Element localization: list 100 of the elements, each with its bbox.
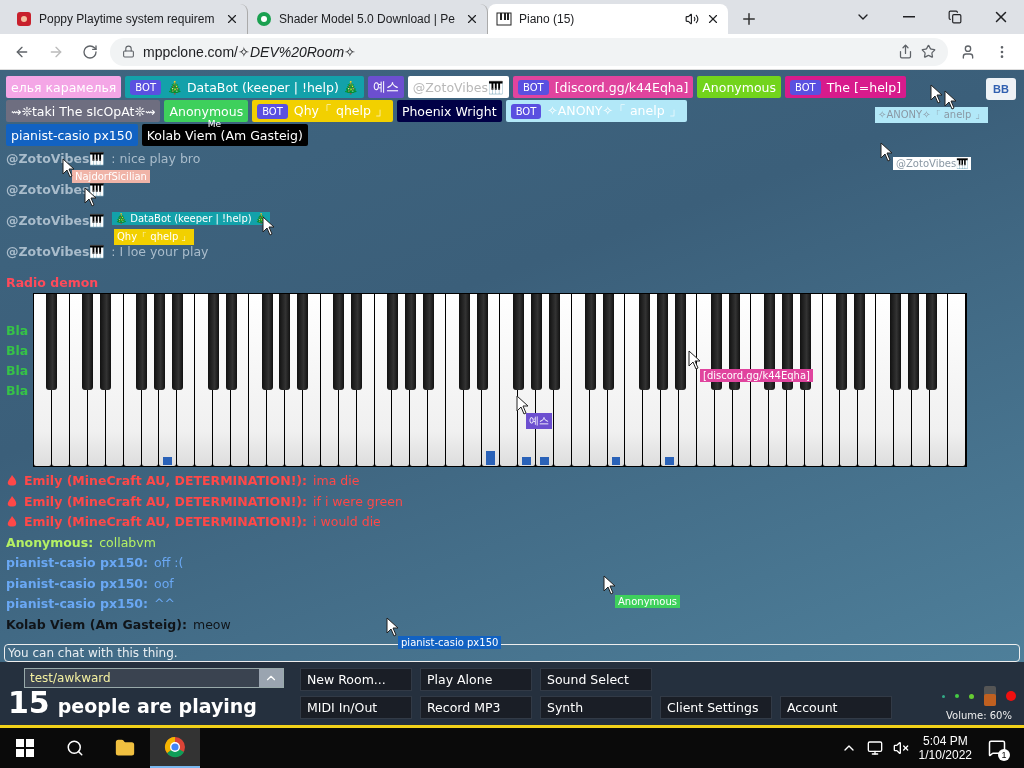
user-tag[interactable]: Phoenix Wright [396,100,502,123]
user-tag[interactable]: 예스 [367,76,404,99]
user-name: ⇝❊taki The sIcOpAt❊⇝ [11,103,156,119]
mouse-cursor-icon [386,617,400,637]
chat-user-name: Bla [6,323,29,338]
cursor-name-label: pianist-casio px150 [398,636,502,649]
user-tag[interactable]: pianist-casio px150 [6,124,138,147]
indicator-dot [955,694,959,698]
chat-message: : I loe your play [111,244,209,259]
restore-icon [948,10,962,24]
user-name: pianist-casio px150 [11,127,133,143]
chat-user-name: Emily (MineCraft AU, DETERMINATION!): [24,493,308,509]
user-name: [discord.gg/k44Eqha] [554,79,689,95]
record-dot [1006,691,1016,701]
close-icon[interactable] [706,12,720,26]
chat-message: ^^ [154,596,176,611]
mouse-cursor-icon [603,575,617,595]
piano-keyboard[interactable] [33,292,967,467]
user-name: Qhy「 qhelp 」 [293,102,388,120]
control-button[interactable]: Sound Select [540,668,652,691]
chat-user-name: Kolab Viem (Am Gasteig): [6,616,187,632]
user-tag[interactable]: ⇝❊taki The sIcOpAt❊⇝ [6,100,161,123]
browser-taskbar-button[interactable] [150,728,200,768]
address-bar[interactable]: mppclone.com/✧DEV%20Room✧ [110,37,948,66]
bot-badge: BOT [130,79,161,95]
flame-icon [6,515,18,528]
control-button[interactable]: MIDI In/Out [300,696,412,719]
network-icon[interactable] [866,740,883,756]
flame-icon [6,494,18,508]
person-icon [960,42,976,61]
mouse-cursor-icon [262,216,276,236]
chat-message: meow [192,616,231,632]
control-button[interactable]: Client Settings [660,696,772,719]
mouse-cursor-icon [944,90,958,110]
chat-user-name: Bla [6,363,29,378]
control-button[interactable]: Account [780,696,892,719]
indicator-dot [969,693,974,699]
share-icon[interactable] [898,44,913,59]
browser-logo-icon [164,736,186,758]
chat-message: : nice play bro [111,151,201,166]
chat-user-name: pianist-casio px150: [6,596,149,611]
room-select[interactable]: test/awkward [24,668,284,688]
notifications-button[interactable]: 1 [982,733,1012,763]
user-name: Kolab Viem (Am Gasteig) [146,127,303,143]
chat-user-name: @ZotoVibes🎹 [6,151,106,166]
mouse-cursor-icon [880,142,894,162]
chat-message: collabvm [99,534,156,550]
close-icon[interactable] [465,12,479,26]
plus-icon [740,10,758,28]
bookmark-star-icon[interactable] [921,44,936,59]
chat-user-name: Radio demon [6,275,99,290]
cursor-name-label: @ZotoVibes🎹 [893,157,972,170]
chat-user-name: @ZotoVibes🎹 [6,213,106,228]
reload-icon [82,43,98,60]
chat-message: off :( [154,555,184,570]
folder-icon [115,738,135,758]
browser-tab[interactable]: Piano (15) [488,4,728,34]
chat-message: i would die [313,514,381,529]
user-tag[interactable]: BOT The [=help] [785,76,907,99]
chat-user-name: Emily (MineCraft AU, DETERMINATION!): [24,514,308,529]
chat-user-name: Bla [6,383,29,398]
control-button[interactable]: Synth [540,696,652,719]
cursor-name-label: [discord.gg/k44Eqha] [700,369,813,382]
player-count-label: people are playing [57,695,257,717]
control-button[interactable]: New Room... [300,668,412,691]
chat-user-name: Bla [6,343,29,358]
user-tag[interactable]: BOT [discord.gg/k44Eqha] [512,76,694,99]
mouse-cursor-icon [688,350,702,370]
user-name: Anonymous [169,103,244,119]
user-name: 예스 [372,78,399,96]
user-name: Anonymous [702,79,776,95]
windows-logo-icon [16,739,34,757]
piano-icon [496,11,512,27]
indicator-dot [942,694,945,698]
taskbar-clock[interactable]: 5:04 PM 1/10/2022 [918,734,972,762]
user-name: ✧ANONY✧「 anelp 」 [547,102,682,120]
muted-speaker-icon[interactable] [892,740,909,756]
bot-badge: BOT [257,103,288,119]
message-icon [988,738,1006,758]
chat-user-name: pianist-casio px150: [6,555,149,570]
cursor-name-label: ✧ANONY✧「 anelp 」 [875,107,988,123]
bb-button[interactable]: BB [986,78,1016,100]
lock-icon [122,45,135,58]
chat-user-name: Emily (MineCraft AU, DETERMINATION!): [24,473,308,488]
cursor-name-label: Anonymous [615,595,680,608]
user-tag[interactable]: BOT Qhy「 qhelp 」 [252,100,393,123]
control-button[interactable]: Play Alone [420,668,532,691]
search-icon [66,739,84,757]
chat-user-name: @ZotoVibes🎹 [6,244,106,259]
speaker-icon [685,12,699,26]
user-tag[interactable]: BOT 🎄 DataBot (keeper | !help) 🎄 [125,76,364,99]
control-button[interactable]: Record MP3 [420,696,532,719]
chat-user-name: @ZotoVibes🎹 [6,182,106,197]
player-count: 15 [8,688,50,718]
mouse-cursor-icon [930,84,944,104]
bot-badge: BOT [790,79,821,95]
ring-icon [256,11,272,27]
user-tag[interactable]: BOT ✧ANONY✧「 anelp 」 [505,100,687,123]
close-icon[interactable] [225,12,239,26]
bot-badge: BOT [517,79,549,95]
